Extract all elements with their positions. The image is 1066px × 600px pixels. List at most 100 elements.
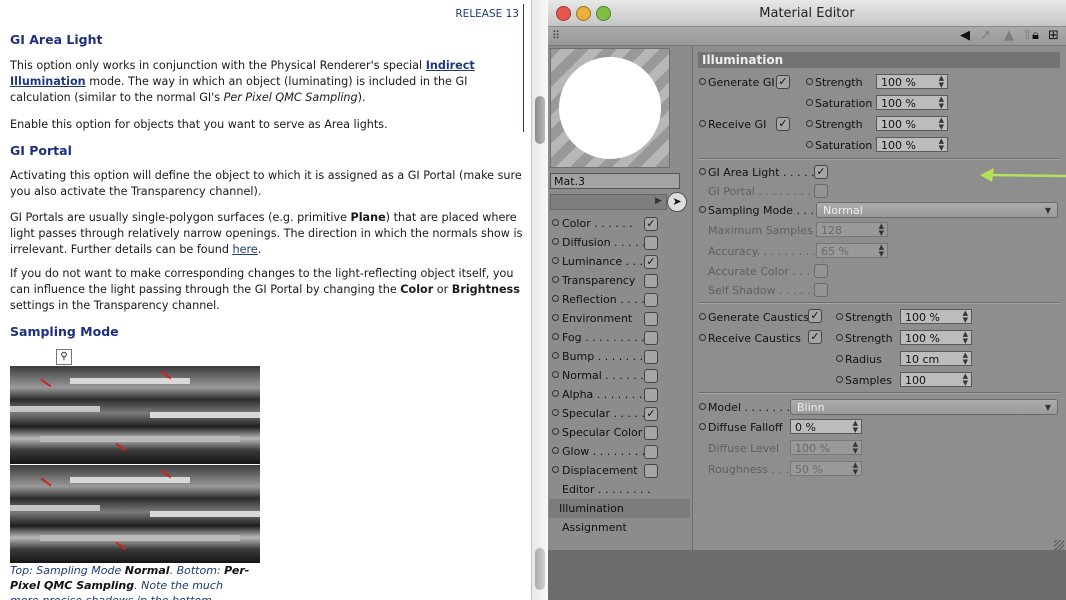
- channel-checkbox[interactable]: ✓: [644, 255, 658, 269]
- gi-portal-checkbox[interactable]: [814, 184, 828, 198]
- channel-checkbox[interactable]: ✓: [644, 407, 658, 421]
- channel-item[interactable]: Glow . . . . . . . .: [552, 442, 690, 461]
- radius-input[interactable]: 10 cm ▲ ▼: [900, 351, 972, 366]
- channel-checkbox[interactable]: [644, 331, 658, 345]
- receive-caustics-label: Receive Caustics: [699, 331, 801, 346]
- radius-label: Radius: [836, 352, 882, 367]
- channel-item[interactable]: Diffusion . . . . .: [552, 233, 690, 252]
- diffuse-level-label: Diffuse Level: [708, 442, 780, 455]
- illumination-panel: Illumination Generate GI ✓ Strength 100 …: [694, 46, 1066, 550]
- material-slider[interactable]: ▶: [550, 194, 667, 210]
- gi-strength-input[interactable]: 100 % ▲ ▼: [876, 74, 948, 89]
- maximum-samples-input[interactable]: 128 ▲ ▼: [816, 222, 888, 237]
- bullet-icon: [552, 295, 559, 302]
- channel-item[interactable]: Luminance . . . ✓: [552, 252, 690, 271]
- channel-checkbox[interactable]: ✓: [644, 217, 658, 231]
- divider: [698, 392, 1060, 394]
- channel-item[interactable]: Fog . . . . . . . . .: [552, 328, 690, 347]
- up-arrow-icon[interactable]: ▲: [1004, 28, 1014, 44]
- sampling-mode-dropdown[interactable]: Normal ▼: [816, 202, 1058, 218]
- section-header-illumination: Illumination: [698, 52, 1060, 68]
- self-shadow-checkbox[interactable]: [814, 283, 828, 297]
- channel-panel: Mat.3 ▶ ➤ Color . . . . . . ✓ Diffusion . …: [548, 46, 693, 550]
- channel-item[interactable]: Environment: [552, 309, 690, 328]
- channel-checkbox[interactable]: [644, 293, 658, 307]
- scroll-thumb[interactable]: [535, 96, 545, 144]
- receive-strength-input[interactable]: 100 % ▲ ▼: [876, 116, 948, 131]
- help-document: RELEASE 13 GI Area Light This option onl…: [0, 0, 531, 600]
- bullet-icon: [552, 390, 559, 397]
- generate-caustics-label: Generate Caustics: [699, 310, 809, 325]
- new-panel-icon[interactable]: ⊞: [1048, 28, 1059, 44]
- model-label: Model . . . . . . . .: [699, 400, 797, 415]
- channel-item[interactable]: Displacement: [552, 461, 690, 480]
- material-name-field[interactable]: Mat.3: [550, 173, 680, 189]
- divider: [698, 158, 1060, 160]
- channel-checkbox[interactable]: [644, 388, 658, 402]
- maximum-samples-label: Maximum Samples: [708, 224, 813, 237]
- title-bar[interactable]: Material Editor: [548, 0, 1066, 27]
- divider: [698, 302, 1060, 304]
- channel-label: Specular Color: [562, 426, 643, 439]
- diffuse-level-input[interactable]: 100 % ▲ ▼: [790, 440, 862, 455]
- document-scrollbar[interactable]: [531, 0, 548, 600]
- scroll-thumb-secondary[interactable]: [535, 548, 545, 590]
- diffuse-falloff-label: Diffuse Falloff: [699, 420, 783, 435]
- roughness-input[interactable]: 50 % ▲ ▼: [790, 461, 862, 476]
- channel-checkbox[interactable]: [644, 350, 658, 364]
- sampling-mode-label: Sampling Mode . . .: [699, 203, 814, 218]
- channel-checkbox[interactable]: [644, 312, 658, 326]
- channel-label: Glow . . . . . . . .: [562, 445, 646, 458]
- bullet-icon: [552, 447, 559, 454]
- pointer-icon[interactable]: ➤: [667, 192, 687, 212]
- gi-saturation-input[interactable]: 100 % ▲ ▼: [876, 95, 948, 110]
- resize-grip-icon[interactable]: [1054, 540, 1064, 550]
- history-arrow-icon[interactable]: ↗: [980, 28, 991, 44]
- channel-item[interactable]: Transparency: [552, 271, 690, 290]
- channel-item[interactable]: Specular Color: [552, 423, 690, 442]
- receive-gi-checkbox[interactable]: ✓: [776, 117, 790, 131]
- channel-checkbox[interactable]: [644, 464, 658, 478]
- receive-caustics-checkbox[interactable]: ✓: [808, 330, 822, 344]
- channel-item[interactable]: Normal . . . . . .: [552, 366, 690, 385]
- accuracy-input[interactable]: 65 % ▲ ▼: [816, 243, 888, 258]
- model-dropdown[interactable]: Blinn ▼: [790, 399, 1058, 415]
- channel-checkbox[interactable]: [644, 274, 658, 288]
- generate-caustics-checkbox[interactable]: ✓: [808, 309, 822, 323]
- channel-item[interactable]: Bump . . . . . . .: [552, 347, 690, 366]
- gi-area-light-checkbox[interactable]: ✓: [814, 165, 828, 179]
- channel-item[interactable]: Alpha . . . . . . .: [552, 385, 690, 404]
- bullet-icon: [552, 333, 559, 340]
- channel-label: Color . . . . . .: [562, 217, 633, 230]
- editor-toolbar: ⠿ ◀ ↗ ▲ ⇧ 🔒︎ ⊞: [548, 27, 1066, 46]
- channel-item[interactable]: Specular . . . . . ✓: [552, 404, 690, 423]
- receive-caustics-strength-input[interactable]: 100 % ▲ ▼: [900, 330, 972, 345]
- caustics-strength-input[interactable]: 100 % ▲ ▼: [900, 309, 972, 324]
- bullet-icon: [552, 428, 559, 435]
- samples-input[interactable]: 100 ▲ ▼: [900, 372, 972, 387]
- link-here[interactable]: here: [232, 243, 257, 256]
- channel-item[interactable]: Color . . . . . . ✓: [552, 214, 690, 233]
- channel-checkbox[interactable]: [644, 236, 658, 250]
- generate-gi-checkbox[interactable]: ✓: [776, 75, 790, 89]
- receive-saturation-input[interactable]: 100 % ▲ ▼: [876, 137, 948, 152]
- self-shadow-label: Self Shadow . . . . . .: [708, 284, 818, 297]
- channel-assignment[interactable]: Assignment: [552, 518, 690, 537]
- receive-strength-label: Strength: [806, 117, 863, 132]
- channel-label: Environment: [562, 312, 633, 325]
- channel-checkbox[interactable]: [644, 369, 658, 383]
- channel-illumination[interactable]: Illumination: [549, 499, 690, 518]
- channel-editor[interactable]: Editor . . . . . . . .: [552, 480, 690, 499]
- channel-checkbox[interactable]: [644, 445, 658, 459]
- channel-checkbox[interactable]: [644, 426, 658, 440]
- lock-icon[interactable]: 🔒︎: [1032, 28, 1039, 44]
- paragraph-portal-3: If you do not want to make corresponding…: [10, 267, 520, 312]
- back-arrow-icon[interactable]: ◀: [960, 28, 970, 44]
- channel-item[interactable]: Reflection . . . .: [552, 290, 690, 309]
- bullet-icon: [552, 466, 559, 473]
- magnify-icon[interactable]: ⚲: [56, 349, 72, 365]
- material-preview[interactable]: [550, 48, 670, 168]
- grip-icon[interactable]: ⠿: [552, 28, 560, 44]
- accurate-color-checkbox[interactable]: [814, 264, 828, 278]
- diffuse-falloff-input[interactable]: 0 % ▲ ▼: [790, 419, 862, 434]
